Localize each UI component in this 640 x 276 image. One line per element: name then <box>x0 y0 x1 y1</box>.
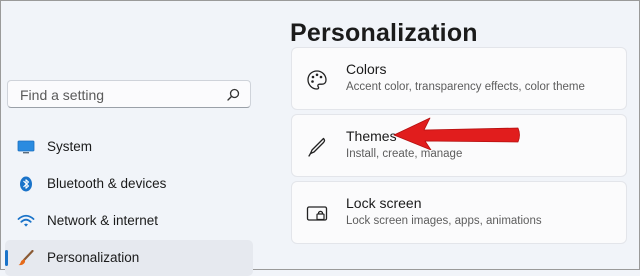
card-subtitle: Accent color, transparency effects, colo… <box>346 81 585 93</box>
card-subtitle: Lock screen images, apps, animations <box>346 215 542 227</box>
card-colors[interactable]: Colors Accent color, transparency effect… <box>291 47 627 110</box>
monitor-icon <box>17 140 35 154</box>
lock-screen-icon <box>306 206 328 221</box>
card-title: Colors <box>346 61 387 77</box>
wifi-icon <box>17 214 35 227</box>
sidebar-item-label: Network & internet <box>47 213 159 228</box>
sidebar-item-network[interactable]: Network & internet <box>5 203 253 239</box>
annotation-arrow <box>393 117 520 150</box>
card-lock-screen[interactable]: Lock screen Lock screen images, apps, an… <box>291 181 627 244</box>
pen-icon <box>308 137 326 157</box>
search-box[interactable] <box>7 80 251 108</box>
sidebar-item-personalization[interactable]: Personalization <box>5 240 253 276</box>
selection-indicator <box>5 250 8 266</box>
sidebar-item-system[interactable]: System <box>5 129 253 165</box>
sidebar-item-label: System <box>47 139 93 154</box>
sidebar-item-bluetooth[interactable]: Bluetooth & devices <box>5 166 253 202</box>
card-title: Lock screen <box>346 195 422 211</box>
sidebar-item-label: Personalization <box>47 250 140 265</box>
sidebar-item-label: Bluetooth & devices <box>47 176 167 191</box>
palette-icon <box>307 70 327 90</box>
brush-icon <box>18 250 34 266</box>
search-input[interactable] <box>18 84 227 106</box>
card-title: Themes <box>346 128 397 144</box>
sidebar: System Bluetooth & devices Network & int… <box>0 0 270 276</box>
search-icon[interactable] <box>227 88 240 101</box>
page-title: Personalization <box>290 18 478 47</box>
bluetooth-icon <box>20 176 32 192</box>
